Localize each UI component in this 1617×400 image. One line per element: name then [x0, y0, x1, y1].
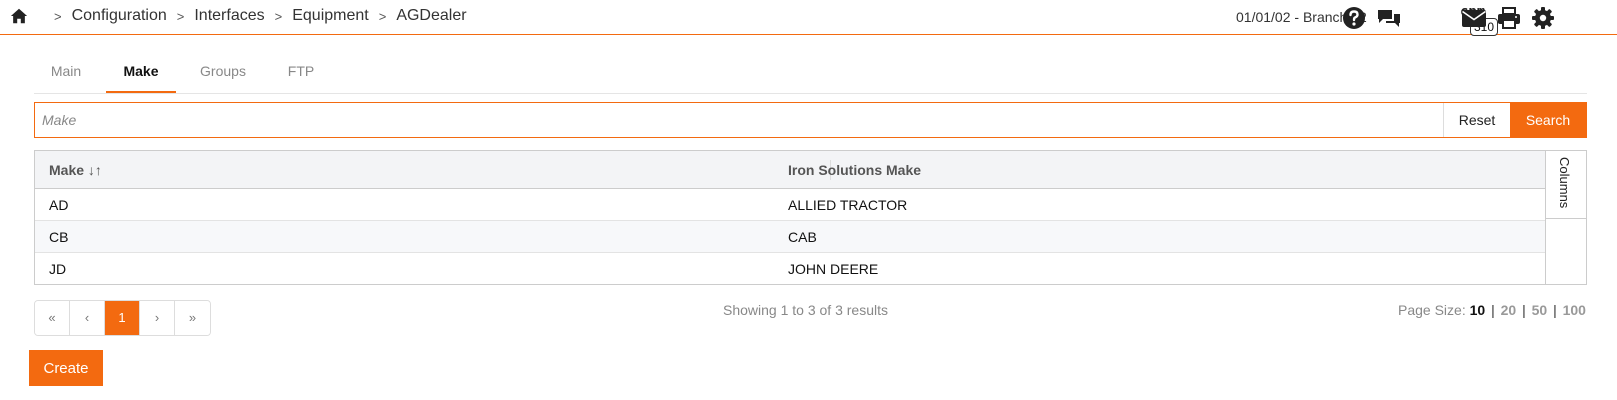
help-icon[interactable] [1342, 6, 1366, 30]
tab-main[interactable]: Main [34, 53, 98, 93]
chat-icon[interactable] [1377, 6, 1401, 30]
search-button[interactable]: Search [1510, 103, 1586, 137]
print-icon[interactable] [1497, 6, 1521, 30]
page-size-100[interactable]: 100 [1563, 302, 1586, 318]
breadcrumb: > Configuration > Interfaces > Equipment… [50, 7, 467, 25]
tab-groups[interactable]: Groups [189, 53, 257, 93]
breadcrumb-separator: > [54, 8, 62, 24]
page-size-50[interactable]: 50 [1532, 302, 1548, 318]
tab-bar: Main Make Groups FTP [34, 53, 1587, 94]
breadcrumb-separator: > [176, 8, 185, 24]
breadcrumb-configuration[interactable]: Configuration [72, 7, 167, 25]
table-row[interactable]: AD ALLIED TRACTOR [35, 189, 1545, 221]
gear-icon[interactable] [1531, 6, 1555, 30]
cell-iron-solutions-make: ALLIED TRACTOR [788, 197, 908, 213]
page-1-button[interactable]: 1 [105, 301, 140, 335]
first-page-button[interactable]: « [35, 301, 70, 335]
pagination: « ‹ 1 › » [34, 300, 211, 336]
cell-make: AD [49, 197, 69, 213]
top-bar: > Configuration > Interfaces > Equipment… [0, 0, 1617, 36]
breadcrumb-separator: > [378, 8, 387, 24]
next-page-button[interactable]: › [140, 301, 175, 335]
make-table: Make ↓↑ Iron Solutions Make AD ALLIED TR… [34, 150, 1587, 285]
columns-divider [1545, 219, 1546, 284]
tab-ftp[interactable]: FTP [272, 53, 330, 93]
breadcrumb-equipment[interactable]: Equipment [292, 7, 369, 25]
cell-make: CB [49, 229, 69, 245]
breadcrumb-agdealer: AGDealer [396, 7, 467, 24]
page-size-20[interactable]: 20 [1501, 302, 1517, 318]
page-size-10[interactable]: 10 [1470, 302, 1486, 318]
page-size-label: Page Size: [1398, 302, 1466, 318]
table-row[interactable]: CB CAB [35, 221, 1545, 253]
cell-iron-solutions-make: JOHN DEERE [788, 261, 879, 277]
home-icon[interactable] [10, 7, 28, 25]
table-header: Make ↓↑ Iron Solutions Make [35, 151, 1545, 189]
tab-make[interactable]: Make [106, 53, 176, 93]
breadcrumb-separator: > [274, 8, 283, 24]
mail-icon[interactable] [1461, 6, 1487, 30]
results-summary: Showing 1 to 3 of 3 results [723, 302, 888, 318]
columns-toggle-button[interactable]: Columns [1545, 151, 1586, 219]
breadcrumb-interfaces[interactable]: Interfaces [194, 7, 264, 25]
create-button[interactable]: Create [29, 350, 103, 386]
cell-iron-solutions-make: CAB [788, 229, 817, 245]
previous-page-button[interactable]: ‹ [70, 301, 105, 335]
column-header-iron-solutions-make[interactable]: Iron Solutions Make [788, 151, 921, 189]
last-page-button[interactable]: » [175, 301, 210, 335]
search-bar: Reset Search [34, 102, 1587, 138]
make-search-input[interactable] [35, 103, 1443, 137]
columns-label: Columns [1557, 157, 1572, 209]
page-size-selector: Page Size: 10 | 20 | 50 | 100 [1398, 302, 1586, 318]
column-header-make[interactable]: Make ↓↑ [49, 151, 102, 189]
table-row[interactable]: JD JOHN DEERE [35, 253, 1545, 285]
reset-button[interactable]: Reset [1443, 103, 1510, 137]
cell-make: JD [49, 261, 67, 277]
